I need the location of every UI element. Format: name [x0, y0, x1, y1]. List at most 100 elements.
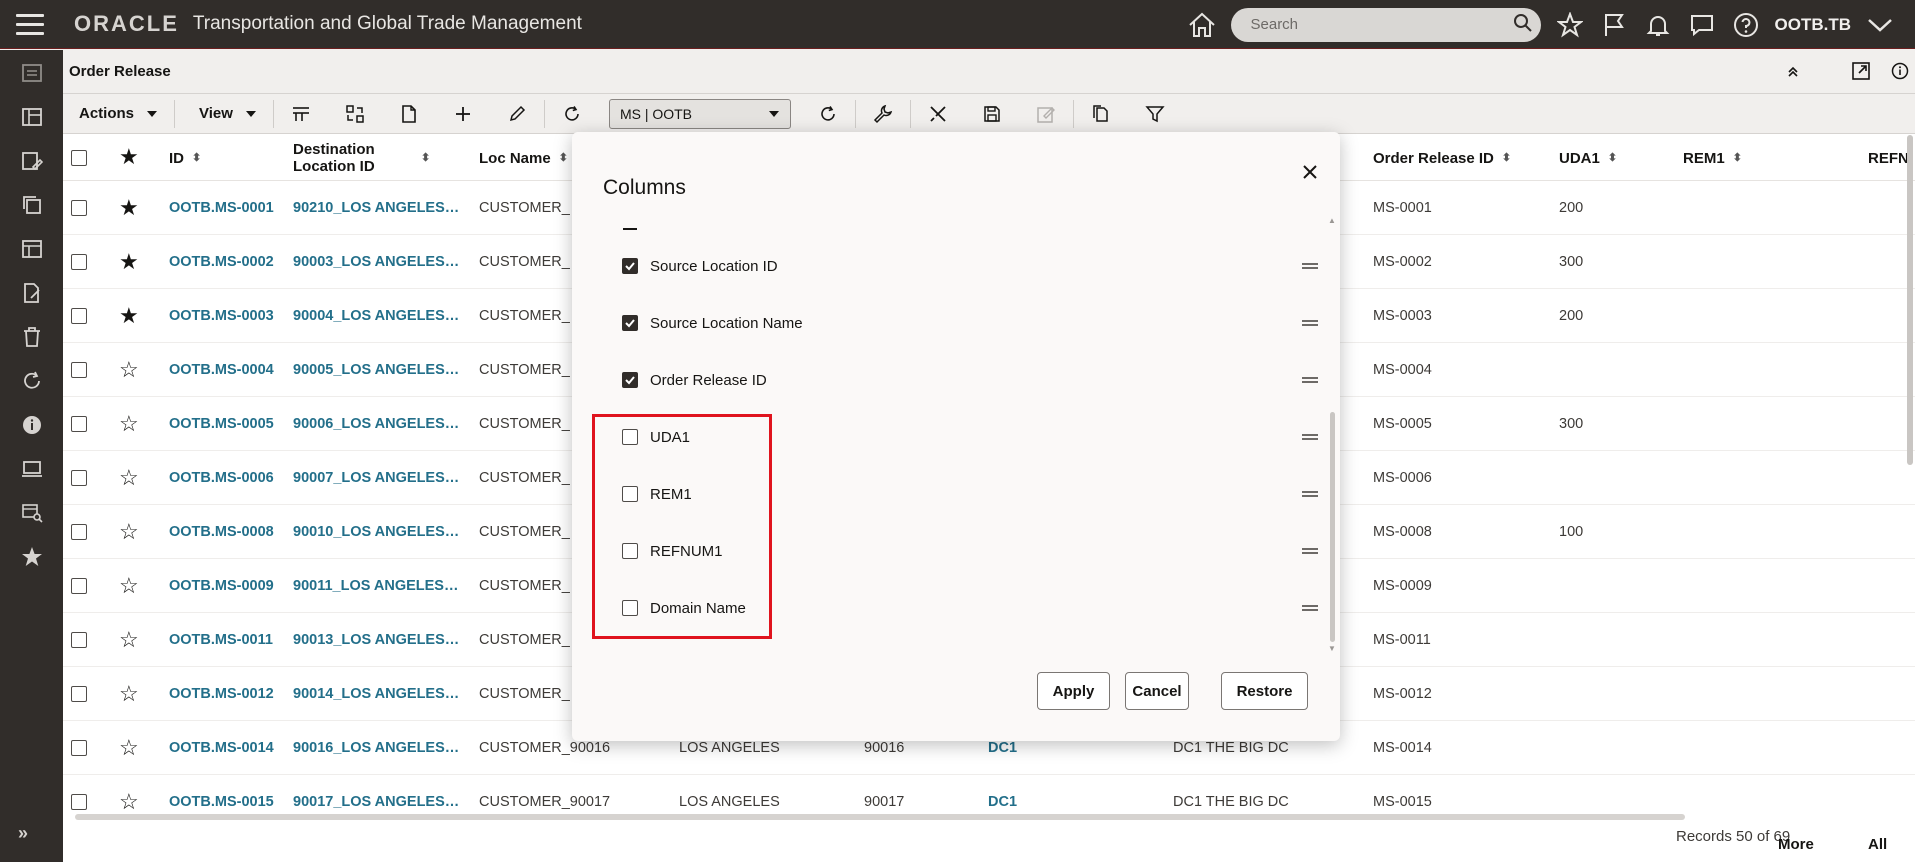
expand-rail-icon[interactable]: ››: [18, 823, 28, 844]
all-link[interactable]: All: [1868, 836, 1887, 853]
order-release-id-link[interactable]: OOTB.MS-0006: [169, 451, 274, 505]
navigator-menu-icon[interactable]: [16, 7, 50, 41]
star-outline-icon[interactable]: ☆: [119, 791, 139, 813]
save-icon[interactable]: [975, 97, 1009, 131]
column-checkbox[interactable]: [622, 543, 638, 559]
row-checkbox[interactable]: [71, 308, 87, 324]
column-option[interactable]: REFNUM1: [622, 537, 1322, 565]
global-search[interactable]: [1230, 7, 1541, 42]
col-header-uda1[interactable]: UDA1 ⬍: [1559, 150, 1617, 167]
layout-icon[interactable]: [20, 237, 44, 261]
order-release-id-link[interactable]: OOTB.MS-0009: [169, 559, 274, 613]
column-option[interactable]: REM1: [622, 480, 1322, 508]
filter-icon[interactable]: [1138, 97, 1172, 131]
copy-icon[interactable]: [20, 193, 44, 217]
flag-icon[interactable]: [1599, 10, 1629, 40]
reload-icon[interactable]: [811, 97, 845, 131]
scroll-up-arrow-icon[interactable]: ▲: [1328, 216, 1336, 225]
workbench-icon[interactable]: [20, 105, 44, 129]
open-new-window-icon[interactable]: [1851, 61, 1871, 84]
restore-button[interactable]: Restore: [1221, 672, 1308, 710]
column-option[interactable]: UDA1: [622, 423, 1322, 451]
column-checkbox[interactable]: [622, 486, 638, 502]
more-link[interactable]: More: [1778, 836, 1814, 853]
info-icon[interactable]: [20, 413, 44, 437]
saved-query-select[interactable]: MS | OOTB: [608, 98, 791, 129]
destination-location-link[interactable]: 90017_LOS ANGELES…: [293, 775, 459, 815]
order-release-id-link[interactable]: OOTB.MS-0012: [169, 667, 274, 721]
favorite-star-outline-icon[interactable]: ☆: [119, 451, 139, 505]
star-filled-icon[interactable]: ★: [119, 251, 139, 273]
table-row[interactable]: ☆ OOTB.MS-0015 90017_LOS ANGELES… CUSTOMER_…: [63, 775, 1915, 815]
vertical-scrollbar[interactable]: [1907, 135, 1913, 465]
col-header-refnum[interactable]: REFN: [1868, 150, 1909, 167]
row-checkbox[interactable]: [71, 362, 87, 378]
destination-location-link[interactable]: 90210_LOS ANGELES…: [293, 181, 459, 235]
columns-icon[interactable]: [284, 97, 318, 131]
apply-button[interactable]: Apply: [1037, 672, 1110, 710]
select-all-checkbox[interactable]: [71, 150, 87, 166]
favorite-star-outline-icon[interactable]: ☆: [119, 505, 139, 559]
destination-location-link[interactable]: 90004_LOS ANGELES…: [293, 289, 459, 343]
favorite-star-filled-icon[interactable]: ★: [119, 235, 139, 289]
star-filled-icon[interactable]: ★: [119, 197, 139, 219]
favorites-star-icon[interactable]: [1555, 10, 1585, 40]
sort-icon[interactable]: ⬍: [559, 150, 568, 167]
destination-location-link[interactable]: 90016_LOS ANGELES…: [293, 721, 459, 775]
destination-location-link[interactable]: 90005_LOS ANGELES…: [293, 343, 459, 397]
destination-location-link[interactable]: 90010_LOS ANGELES…: [293, 505, 459, 559]
info-circle-icon[interactable]: [1891, 62, 1909, 83]
favorite-star-outline-icon[interactable]: ☆: [119, 397, 139, 451]
column-option[interactable]: Source Location ID: [622, 252, 1322, 280]
favorite-star-outline-icon[interactable]: ☆: [119, 667, 139, 721]
col-header-order-release-id[interactable]: Order Release ID ⬍: [1373, 150, 1511, 167]
row-checkbox[interactable]: [71, 200, 87, 216]
drag-handle-icon[interactable]: [1302, 491, 1318, 497]
column-checkbox[interactable]: [622, 315, 638, 331]
sort-icon[interactable]: ⬍: [192, 150, 201, 167]
row-checkbox[interactable]: [71, 524, 87, 540]
dialog-scrollbar[interactable]: [1330, 412, 1335, 642]
trash-icon[interactable]: [20, 325, 44, 349]
favorites-star-icon[interactable]: [20, 545, 44, 569]
row-checkbox[interactable]: [71, 254, 87, 270]
home-icon[interactable]: [1187, 10, 1217, 40]
actions-menu-button[interactable]: Actions: [63, 94, 174, 134]
cancel-button[interactable]: Cancel: [1125, 672, 1189, 710]
user-name[interactable]: OOTB.TB: [1775, 15, 1852, 35]
star-outline-icon[interactable]: ☆: [119, 575, 139, 597]
drag-handle-icon[interactable]: [1302, 434, 1318, 440]
search-icon[interactable]: [1513, 13, 1533, 36]
column-checkbox[interactable]: [622, 600, 638, 616]
row-checkbox[interactable]: [71, 686, 87, 702]
column-option[interactable]: Source Location Name: [622, 309, 1322, 337]
favorite-star-filled-icon[interactable]: ★: [119, 289, 139, 343]
sort-icon[interactable]: ⬍: [1733, 150, 1742, 167]
favorite-star-filled-icon[interactable]: ★: [119, 181, 139, 235]
favorite-star-outline-icon[interactable]: ☆: [119, 343, 139, 397]
dashboard-icon[interactable]: [20, 61, 44, 85]
collapse-up-icon[interactable]: [1785, 63, 1801, 82]
col-header-rem1[interactable]: REM1 ⬍: [1683, 150, 1742, 167]
export-document-icon[interactable]: [392, 97, 426, 131]
column-option[interactable]: Order Release ID: [622, 366, 1322, 394]
row-checkbox[interactable]: [71, 740, 87, 756]
refresh-icon[interactable]: [20, 369, 44, 393]
notifications-bell-icon[interactable]: [1643, 10, 1673, 40]
order-release-id-link[interactable]: OOTB.MS-0003: [169, 289, 274, 343]
favorite-star-outline-icon[interactable]: ☆: [119, 775, 139, 815]
drag-handle-icon[interactable]: [1302, 263, 1318, 269]
order-release-id-link[interactable]: OOTB.MS-0014: [169, 721, 274, 775]
order-release-id-link[interactable]: OOTB.MS-0001: [169, 181, 274, 235]
star-outline-icon[interactable]: ☆: [119, 413, 139, 435]
monitor-icon[interactable]: [20, 457, 44, 481]
star-outline-icon[interactable]: ☆: [119, 737, 139, 759]
order-release-id-link[interactable]: OOTB.MS-0005: [169, 397, 274, 451]
order-release-id-link[interactable]: OOTB.MS-0008: [169, 505, 274, 559]
row-checkbox[interactable]: [71, 416, 87, 432]
row-checkbox[interactable]: [71, 794, 87, 810]
horizontal-scrollbar[interactable]: [75, 814, 1685, 820]
refresh-query-icon[interactable]: [555, 97, 589, 131]
destination-location-link[interactable]: 90006_LOS ANGELES…: [293, 397, 459, 451]
drag-handle-icon[interactable]: [1302, 377, 1318, 383]
